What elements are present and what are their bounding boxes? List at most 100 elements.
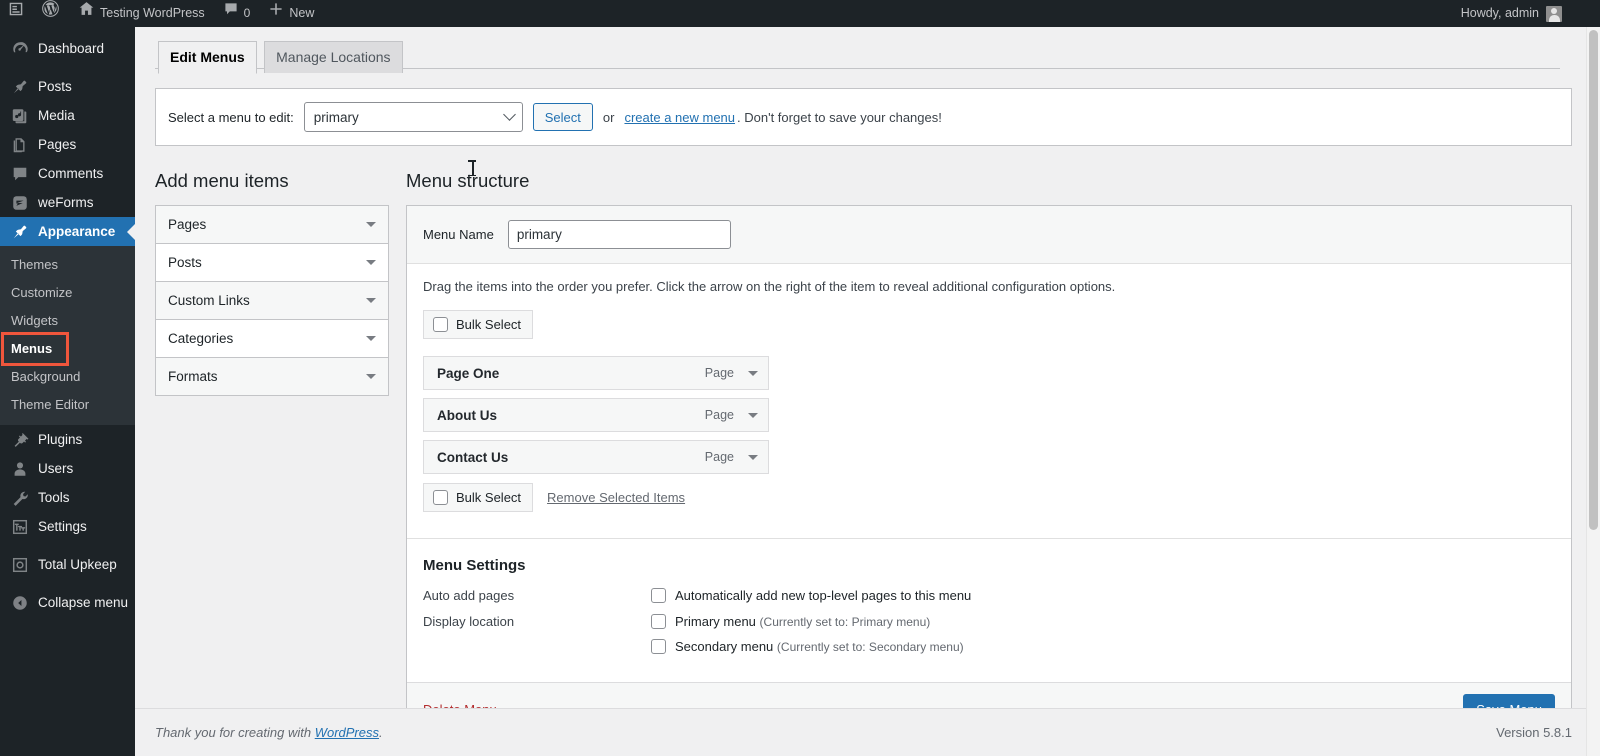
bulk-select-checkbox-bottom[interactable] bbox=[433, 490, 448, 505]
menu-structure-heading: Menu structure bbox=[406, 170, 530, 191]
menu-item-title: About Us bbox=[437, 407, 497, 423]
create-new-menu-link[interactable]: create a new menu bbox=[624, 110, 735, 125]
chevron-down-icon[interactable] bbox=[748, 454, 758, 460]
menu-item-row[interactable]: Page One Page bbox=[423, 356, 769, 390]
select-button[interactable]: Select bbox=[532, 103, 593, 131]
footer-version: Version 5.8.1 bbox=[1496, 725, 1572, 740]
auto-add-pages-checkbox[interactable] bbox=[651, 588, 666, 603]
sidebar-item-collapse-menu[interactable]: Collapse menu bbox=[0, 588, 135, 617]
plugins-icon bbox=[11, 431, 29, 449]
sidebar-subitem-themes[interactable]: Themes bbox=[0, 251, 135, 279]
sidebar-item-posts[interactable]: Posts bbox=[0, 72, 135, 101]
page-scrollbar[interactable] bbox=[1586, 27, 1600, 756]
wp-menu-icon bbox=[7, 0, 25, 28]
sidebar-item-comments[interactable]: Comments bbox=[0, 159, 135, 188]
footer-thanks-post: . bbox=[379, 725, 383, 740]
sidebar-item-plugins[interactable]: Plugins bbox=[0, 425, 135, 454]
new-content-menu[interactable]: New bbox=[259, 0, 323, 27]
sidebar-item-dashboard[interactable]: Dashboard bbox=[0, 34, 135, 63]
primary-menu-label: Primary menu bbox=[675, 614, 756, 629]
accordion-pages[interactable]: Pages bbox=[156, 206, 388, 244]
bulk-select-top[interactable]: Bulk Select bbox=[423, 310, 534, 339]
comment-bubble-icon bbox=[223, 0, 239, 27]
chevron-down-icon[interactable] bbox=[748, 370, 758, 376]
chevron-down-icon bbox=[366, 298, 376, 303]
my-account-menu[interactable]: Howdy, admin bbox=[1461, 0, 1562, 27]
sidebar-item-pages[interactable]: Pages bbox=[0, 130, 135, 159]
location-option-primary[interactable]: Primary menu (Currently set to: Primary … bbox=[651, 614, 964, 630]
bulk-select-bottom[interactable]: Bulk Select bbox=[423, 483, 534, 512]
chevron-down-icon[interactable] bbox=[748, 412, 758, 418]
menu-edit-wrapper: Add menu items Pages Posts Custom Links bbox=[155, 170, 1572, 736]
sidebar-subitem-theme-editor[interactable]: Theme Editor bbox=[0, 391, 135, 419]
sidebar-label: Users bbox=[38, 461, 74, 476]
tab-manage-locations[interactable]: Manage Locations bbox=[264, 41, 403, 73]
sidebar-item-appearance[interactable]: Appearance bbox=[0, 217, 135, 246]
site-name-menu[interactable]: Testing WordPress bbox=[69, 0, 214, 27]
accordion-label: Categories bbox=[168, 331, 234, 346]
save-hint-text: . Don't forget to save your changes! bbox=[737, 109, 942, 125]
menu-select-bar: Select a menu to edit: primary Select or… bbox=[155, 88, 1572, 146]
wp-menu-toggle[interactable] bbox=[0, 0, 32, 27]
auto-add-pages-option[interactable]: Automatically add new top-level pages to… bbox=[651, 588, 971, 603]
chevron-down-icon bbox=[366, 222, 376, 227]
secondary-menu-checkbox[interactable] bbox=[651, 639, 666, 654]
accordion-custom-links[interactable]: Custom Links bbox=[156, 282, 388, 320]
wp-logo-menu[interactable] bbox=[32, 0, 69, 27]
sidebar-label: weForms bbox=[38, 195, 94, 210]
sidebar-subitem-background[interactable]: Background bbox=[0, 363, 135, 391]
sidebar-item-total-upkeep[interactable]: Total Upkeep bbox=[0, 550, 135, 579]
admin-sidebar: Dashboard Posts Media Pages Comments weF… bbox=[0, 27, 135, 756]
accordion-formats[interactable]: Formats bbox=[156, 358, 388, 395]
auto-add-options: Automatically add new top-level pages to… bbox=[651, 588, 971, 603]
primary-menu-note: (Currently set to: Primary menu) bbox=[759, 615, 931, 629]
accordion-label: Formats bbox=[168, 369, 218, 384]
add-items-accordion: Pages Posts Custom Links Categories Form… bbox=[155, 205, 389, 396]
menu-structure-panel: Menu Name Drag the items into the order … bbox=[406, 205, 1572, 736]
bulk-select-label: Bulk Select bbox=[456, 490, 522, 505]
auto-add-pages-label: Auto add pages bbox=[423, 588, 515, 603]
menu-item-type: Page bbox=[704, 366, 734, 380]
comments-menu[interactable]: 0 bbox=[214, 0, 260, 27]
sidebar-item-users[interactable]: Users bbox=[0, 454, 135, 483]
total-upkeep-icon bbox=[11, 556, 29, 574]
remove-selected-items-link[interactable]: Remove Selected Items bbox=[547, 490, 685, 505]
nav-tabs: Edit Menus Manage Locations bbox=[155, 27, 1560, 74]
bulk-select-checkbox-top[interactable] bbox=[433, 317, 448, 332]
sidebar-label: Plugins bbox=[38, 432, 83, 447]
sidebar-item-media[interactable]: Media bbox=[0, 101, 135, 130]
menu-structure-body: Drag the items into the order you prefer… bbox=[407, 264, 1571, 682]
sidebar-label: Pages bbox=[38, 137, 77, 152]
location-option-secondary[interactable]: Secondary menu (Currently set to: Second… bbox=[651, 639, 964, 655]
primary-menu-checkbox[interactable] bbox=[651, 614, 666, 629]
sidebar-separator bbox=[0, 63, 135, 72]
sidebar-subitem-menus[interactable]: Menus bbox=[0, 332, 70, 366]
sidebar-item-settings[interactable]: Settings bbox=[0, 512, 135, 541]
menu-item-row[interactable]: Contact Us Page bbox=[423, 440, 769, 474]
menu-structure-column: Menu structure Menu Name Drag the items … bbox=[406, 170, 1572, 736]
menu-item-title: Contact Us bbox=[437, 449, 509, 465]
accordion-categories[interactable]: Categories bbox=[156, 320, 388, 358]
menu-select-dropdown[interactable]: primary bbox=[303, 102, 523, 132]
scrollbar-thumb[interactable] bbox=[1589, 30, 1598, 530]
select-menu-label: Select a menu to edit: bbox=[168, 109, 294, 125]
sidebar-subitem-widgets[interactable]: Widgets bbox=[0, 307, 135, 335]
sidebar-item-weforms[interactable]: weForms bbox=[0, 188, 135, 217]
collapse-arrow-icon bbox=[11, 594, 29, 612]
accordion-label: Custom Links bbox=[168, 293, 250, 308]
secondary-menu-note: (Currently set to: Secondary menu) bbox=[776, 640, 964, 654]
sidebar-item-tools[interactable]: Tools bbox=[0, 483, 135, 512]
avatar bbox=[1546, 5, 1562, 22]
drag-hint-text: Drag the items into the order you prefer… bbox=[423, 279, 1116, 294]
sidebar-label: Posts bbox=[38, 79, 72, 94]
accordion-posts[interactable]: Posts bbox=[156, 244, 388, 282]
weforms-icon bbox=[11, 194, 29, 212]
home-icon bbox=[78, 0, 95, 27]
tab-edit-menus[interactable]: Edit Menus bbox=[158, 41, 257, 74]
wordpress-link[interactable]: WordPress bbox=[315, 725, 379, 740]
menu-name-input[interactable] bbox=[507, 220, 731, 249]
menu-item-type: Page bbox=[704, 408, 734, 422]
menu-item-row[interactable]: About Us Page bbox=[423, 398, 769, 432]
sidebar-subitem-customize[interactable]: Customize bbox=[0, 279, 135, 307]
accordion-label: Pages bbox=[168, 217, 207, 232]
